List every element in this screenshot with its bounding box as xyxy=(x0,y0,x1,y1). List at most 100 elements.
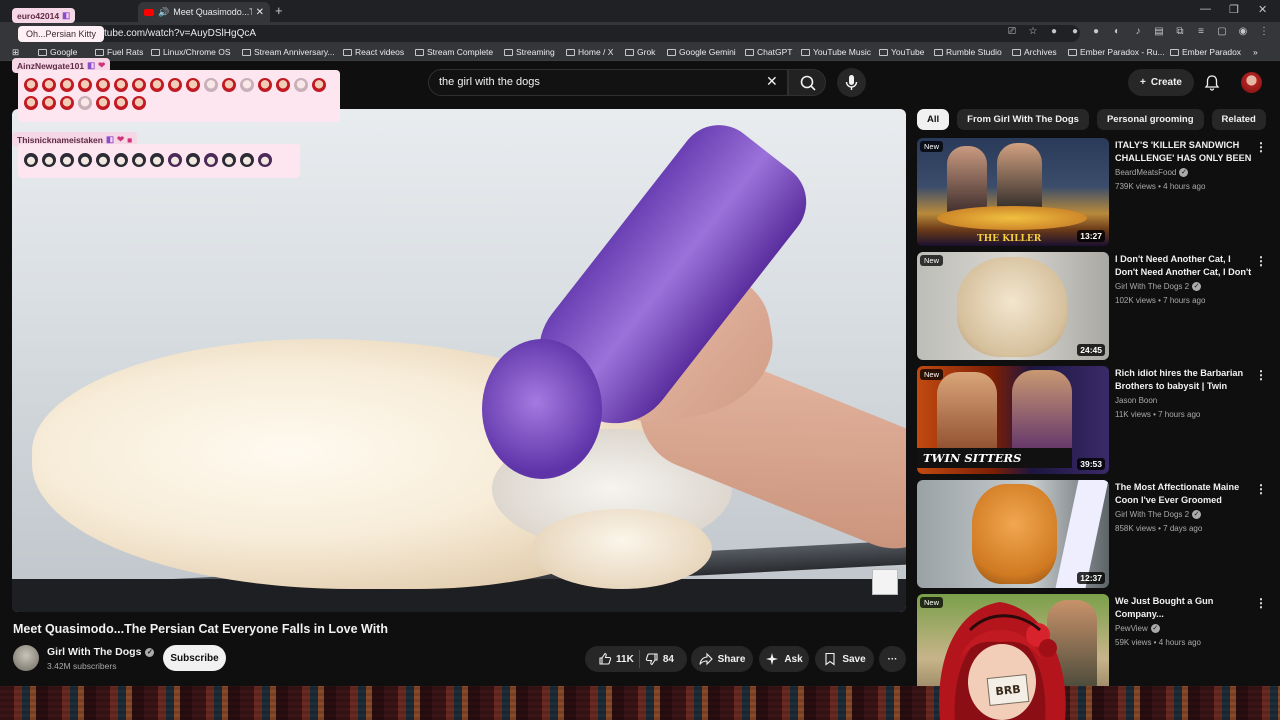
minimize-icon[interactable]: — xyxy=(1200,3,1211,15)
bookmark-item[interactable]: Fuel Rats xyxy=(95,47,143,57)
chip-personal-grooming[interactable]: Personal grooming xyxy=(1096,109,1204,130)
new-badge: New xyxy=(920,369,944,380)
new-tab-button[interactable]: + xyxy=(275,3,283,18)
save-playlist-icon xyxy=(825,652,835,666)
video-title[interactable]: The Most Affectionate Maine Coon I've Ev… xyxy=(1115,481,1255,507)
recommended-video[interactable]: TWIN SITTERS New 39:53 Rich idiot hires … xyxy=(917,366,1272,474)
more-options-icon[interactable]: ⋮ xyxy=(1255,482,1267,496)
extension-icon[interactable]: ● xyxy=(1090,26,1102,37)
search-input[interactable]: the girl with the dogs xyxy=(428,69,788,96)
video-thumbnail[interactable]: THE KILLER New 13:27 xyxy=(917,138,1109,246)
restore-icon[interactable]: ❐ xyxy=(1229,3,1239,16)
video-player[interactable] xyxy=(12,109,906,612)
puzzle-icon[interactable]: ⧉ xyxy=(1174,26,1186,37)
emote-icon xyxy=(132,153,146,167)
more-options-icon[interactable]: ⋮ xyxy=(1255,368,1267,382)
clear-search-icon[interactable]: ✕ xyxy=(766,73,778,90)
emote-icon xyxy=(258,153,272,167)
bookmark-item[interactable]: Stream Anniversary... xyxy=(242,47,335,57)
bookmark-item[interactable]: Linux/Chrome OS xyxy=(151,47,231,57)
video-title[interactable]: ITALY'S 'KILLER SANDWICH CHALLENGE' HAS … xyxy=(1115,139,1255,166)
search-button[interactable] xyxy=(788,69,826,96)
chip-all[interactable]: All xyxy=(917,109,950,130)
recommended-video[interactable]: 12:37 The Most Affectionate Maine Coon I… xyxy=(917,480,1272,588)
tab-close-icon[interactable]: ✕ xyxy=(256,7,264,18)
extension-icon[interactable]: ◐ xyxy=(1111,26,1123,37)
channel-avatar[interactable] xyxy=(13,645,39,671)
browser-tab[interactable]: 🔊 Meet Quasimodo...The ✕ xyxy=(138,2,270,22)
more-bookmarks-icon[interactable]: » xyxy=(1253,47,1258,57)
sidebar-icon[interactable]: ▢ xyxy=(1216,26,1228,37)
thumbnail-text: THE KILLER xyxy=(977,234,1042,244)
bookmark-item[interactable]: YouTube Music xyxy=(801,47,871,57)
recommended-video[interactable]: THE KILLER New 13:27 ITALY'S 'KILLER SAN… xyxy=(917,138,1272,246)
more-options-icon[interactable]: ⋮ xyxy=(1255,254,1267,268)
emote-icon xyxy=(24,153,38,167)
notifications-bell-icon[interactable] xyxy=(1203,74,1221,92)
more-actions-button[interactable]: ··· xyxy=(879,646,906,672)
recommended-video[interactable]: New 24:45 I Don't Need Another Cat, I Do… xyxy=(917,252,1272,360)
bookmark-item[interactable]: Ember Paradox xyxy=(1170,47,1241,57)
channel-name[interactable]: Girl With The Dogs ✓ xyxy=(47,646,155,658)
trash-icon[interactable]: ▤ xyxy=(1153,26,1165,37)
video-channel[interactable]: PewView ✓ xyxy=(1115,624,1160,633)
bookmark-item[interactable]: Streaming xyxy=(504,47,555,57)
chat-username: euro42014 ◧ xyxy=(12,8,76,23)
emote-icon xyxy=(186,78,200,92)
subscriber-count: 3.42M subscribers xyxy=(47,661,117,671)
bookmark-item[interactable]: Google Gemini xyxy=(667,47,736,57)
cast-icon[interactable]: ⎚ xyxy=(1006,26,1018,37)
create-button[interactable]: + Create xyxy=(1128,69,1194,96)
video-channel[interactable]: Jason Boon xyxy=(1115,396,1157,405)
extension-icon[interactable]: ● xyxy=(1069,26,1081,37)
subscribe-button[interactable]: Subscribe xyxy=(163,645,226,671)
bookmark-item[interactable]: Rumble Studio xyxy=(934,47,1002,57)
browser-toolbar: tube.com/watch?v=AuyDSlHgQcA ⎚ ☆ ● ● ● ◐… xyxy=(0,22,1280,44)
bookmark-item[interactable]: Home / X xyxy=(566,47,613,57)
bookmark-item[interactable]: ChatGPT xyxy=(745,47,792,57)
more-options-icon[interactable]: ⋮ xyxy=(1255,596,1267,610)
video-channel[interactable]: Girl With The Dogs 2 ✓ xyxy=(1115,510,1202,519)
bookmark-item[interactable]: Ember Paradox - Ru... xyxy=(1068,47,1165,57)
voice-search-button[interactable] xyxy=(837,68,866,97)
dislike-button[interactable]: 84 xyxy=(645,652,674,666)
video-channel[interactable]: BeardMeatsFood ✓ xyxy=(1115,168,1189,177)
video-title[interactable]: Rich idiot hires the Barbarian Brothers … xyxy=(1115,367,1255,394)
channel-watermark[interactable] xyxy=(872,569,898,595)
bookmark-item[interactable]: Google xyxy=(38,47,77,57)
bookmark-item[interactable]: YouTube xyxy=(879,47,924,57)
video-thumbnail[interactable]: New 24:45 xyxy=(917,252,1109,360)
profile-icon[interactable]: ◉ xyxy=(1237,26,1249,37)
bookmark-item[interactable]: Grok xyxy=(625,47,655,57)
chip-related[interactable]: Related xyxy=(1211,109,1266,130)
video-thumbnail[interactable]: 12:37 xyxy=(917,480,1109,588)
bookmark-item[interactable]: Archives xyxy=(1012,47,1057,57)
share-button[interactable]: Share xyxy=(691,646,753,672)
more-options-icon[interactable]: ⋮ xyxy=(1255,140,1267,154)
chip-from-channel[interactable]: From Girl With The Dogs xyxy=(957,109,1089,130)
like-button[interactable]: 11K xyxy=(598,652,634,666)
reading-list-icon[interactable]: ≡ xyxy=(1195,26,1207,37)
volume-icon[interactable]: ♪ xyxy=(1132,26,1144,37)
save-button[interactable]: Save xyxy=(815,646,874,672)
close-window-icon[interactable]: ✕ xyxy=(1258,3,1267,16)
sparkle-icon xyxy=(766,653,779,665)
emote-row xyxy=(22,76,332,112)
sandwich xyxy=(937,206,1087,230)
video-thumbnail[interactable]: TWIN SITTERS New 39:53 xyxy=(917,366,1109,474)
bookmark-item[interactable]: React videos xyxy=(343,47,404,57)
video-title[interactable]: I Don't Need Another Cat, I Don't Need A… xyxy=(1115,253,1255,280)
dislike-count: 84 xyxy=(662,653,674,665)
bookmark-star-icon[interactable]: ☆ xyxy=(1027,26,1039,37)
video-channel[interactable]: Girl With The Dogs 2 ✓ xyxy=(1115,282,1202,291)
ask-button[interactable]: Ask xyxy=(759,646,809,672)
cat-figure xyxy=(972,484,1057,584)
address-bar[interactable]: tube.com/watch?v=AuyDSlHgQcA xyxy=(90,25,1080,42)
extension-icon[interactable]: ● xyxy=(1048,26,1060,37)
video-title[interactable]: We Just Bought a Gun Company... xyxy=(1115,595,1255,621)
bookmark-item[interactable]: Stream Complete xyxy=(415,47,493,57)
thumbs-down-icon xyxy=(645,653,658,666)
menu-icon[interactable]: ⋮ xyxy=(1258,26,1270,37)
account-avatar[interactable] xyxy=(1241,72,1262,93)
apps-icon[interactable]: ⊞ xyxy=(12,47,19,58)
